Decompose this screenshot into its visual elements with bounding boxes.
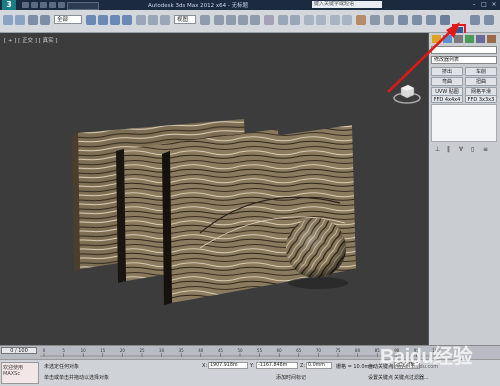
y-label: Y: [250,363,255,369]
workspace-dropdown[interactable] [67,2,99,10]
rect-region-icon[interactable] [110,15,120,25]
new-file-icon[interactable] [22,2,29,8]
selection-filter-dropdown[interactable]: 全部 [54,15,82,24]
pivot-icon[interactable] [200,15,210,25]
render-setup-icon[interactable] [370,15,380,25]
rotate-icon[interactable] [148,15,158,25]
mirror-icon[interactable] [278,15,288,25]
window-crossing-icon[interactable] [122,15,132,25]
redo-icon[interactable] [58,2,65,8]
material-editor-icon[interactable] [356,15,366,25]
configure-sets-icon[interactable]: ≡ [483,146,488,153]
timeline-tick-label: 20 [120,348,126,353]
undo-tool-icon[interactable] [3,15,13,25]
selection-status: 未选定任何对象 [44,364,80,370]
minimize-button[interactable]: – [470,1,478,9]
window-title: Autodesk 3ds Max 2012 x64 - 无标题 [148,3,249,9]
add-time-tag[interactable]: 添加时间标记 [276,374,306,381]
timeline-tick-label: 55 [257,348,263,353]
timeline-tick-label: 80 [355,348,361,353]
select-by-name-icon[interactable] [98,15,108,25]
link-icon[interactable] [28,15,38,25]
named-selection-icon[interactable] [264,15,274,25]
schematic-view-icon[interactable] [342,15,352,25]
undo-icon[interactable] [49,2,56,8]
snap-icon[interactable] [214,15,224,25]
watermark-url: jingyan.baidu.com [392,364,439,370]
timeline-tick-label: 50 [237,348,243,353]
remove-modifier-icon[interactable]: ▯ [471,146,474,153]
select-object-icon[interactable] [86,15,96,25]
z-coordinate-field[interactable]: 0.0mm [306,362,332,369]
render-frame-window-icon[interactable] [470,15,480,25]
key-filters-button[interactable]: 关键点过滤器... [394,374,429,381]
baidu-watermark: Baidu经验 jingyan.baidu.com [380,340,500,370]
timeline-tick-label: 30 [159,348,165,353]
timeline-tick-label: 65 [296,348,302,353]
maxscript-listener[interactable]: 欢迎使用 MAXSc [1,362,39,384]
graphite-ribbon-icon[interactable] [316,15,326,25]
timeline-tick-label: 45 [218,348,224,353]
utilities-tab-icon[interactable] [487,35,496,43]
x-coordinate-field[interactable]: 1907.918m [208,362,248,369]
perspective-viewport[interactable]: [ + ] [ 正交 ] [ 真实 ] [0,33,429,345]
make-unique-icon[interactable]: ∀ [459,146,463,153]
timeline-tick-label: 15 [100,348,106,353]
timeline-tick-label: 10 [81,348,87,353]
timeline-tick-label: 70 [316,348,322,353]
save-file-icon[interactable] [40,2,47,8]
timeline-tick-label: 75 [335,348,341,353]
reference-coord-dropdown[interactable]: 视图 [174,15,196,24]
set-key-label[interactable]: 设置关键点 [368,374,393,381]
pin-stack-icon[interactable]: ⊥ [435,146,440,153]
y-coordinate-field[interactable]: -1167.848m [256,362,298,369]
timeline-tick-label: 0 [43,348,46,353]
open-file-icon[interactable] [31,2,38,8]
app-logo[interactable]: 3 [2,0,16,10]
timeline-tick-label: 40 [198,348,204,353]
spinner-snap-icon[interactable] [250,15,260,25]
show-end-result-icon[interactable]: ‖ [447,146,450,153]
timeline-tick-label: 35 [179,348,185,353]
align-icon[interactable] [290,15,300,25]
layer-manager-icon[interactable] [304,15,314,25]
x-label: X: [202,363,208,369]
close-button[interactable]: × [490,1,498,9]
scale-icon[interactable] [160,15,170,25]
scene-render [72,119,356,305]
z-label: Z: [300,363,306,369]
modifier-stack-list[interactable] [431,104,497,142]
time-slider[interactable]: 0 / 100 [1,347,37,354]
annotation-arrow [387,22,460,93]
maximize-button[interactable]: □ [480,1,488,9]
percent-snap-icon[interactable] [238,15,248,25]
redo-tool-icon[interactable] [15,15,25,25]
modifier-stack-tools: ⊥ ‖ ∀ ▯ ≡ [431,146,497,154]
unlink-icon[interactable] [40,15,50,25]
search-input[interactable]: 键入关键字或短语 [312,1,382,8]
display-tab-icon[interactable] [476,35,485,43]
timeline-tick-label: 60 [277,348,283,353]
timeline-tick-label: 5 [62,348,65,353]
move-icon[interactable] [136,15,146,25]
curve-editor-icon[interactable] [330,15,340,25]
title-bar: 3 Autodesk 3ds Max 2012 x64 - 无标题 键入关键字或… [0,0,500,10]
timeline-tick-label: 25 [139,348,145,353]
render-last-icon[interactable] [484,15,494,25]
angle-snap-icon[interactable] [226,15,236,25]
prompt-line: 单击或单击并拖动以选择对象 [44,375,110,381]
